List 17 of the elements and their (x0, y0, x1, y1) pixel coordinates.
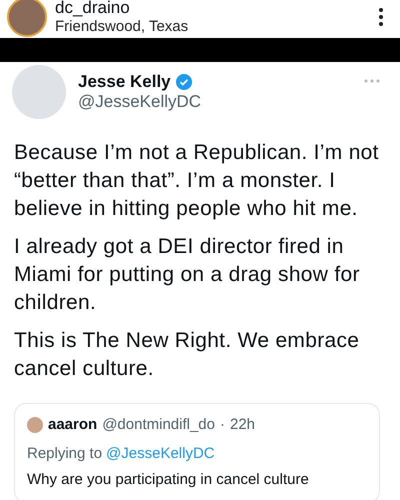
timestamp: 22h (230, 415, 256, 435)
more-options-icon[interactable] (378, 7, 384, 27)
quoted-handle: @dontmindifl_do (102, 415, 215, 435)
tweet-text: I already got a DEI director fired in Miami for putting on a drag show for children. (14, 234, 361, 316)
separator: · (220, 415, 225, 435)
display-name: Jesse Kelly (78, 72, 171, 92)
username: dc_draino (55, 0, 131, 17)
tweet-text: This is The New Right. We embrace cancel culture. (14, 328, 360, 382)
quoted-tweet[interactable]: aaaron @dontmindifl_do · 22h Replying to @JesseKellyDC Why are you participating in cancel culture (14, 403, 380, 500)
quoted-text: Why are you participating in cancel culture (27, 470, 310, 490)
quoted-name: aaaron (48, 415, 98, 435)
location: Friendswood, Texas (55, 17, 188, 36)
user-handle: @JesseKellyDC (78, 92, 202, 112)
avatar (7, 0, 47, 37)
replying-label: Replying to (27, 444, 102, 464)
avatar (27, 417, 43, 434)
tweet-text: Because I’m not a Republican. I’m not “better than that”. I’m a monster. I believe in hitting people who hit me. (14, 140, 380, 222)
